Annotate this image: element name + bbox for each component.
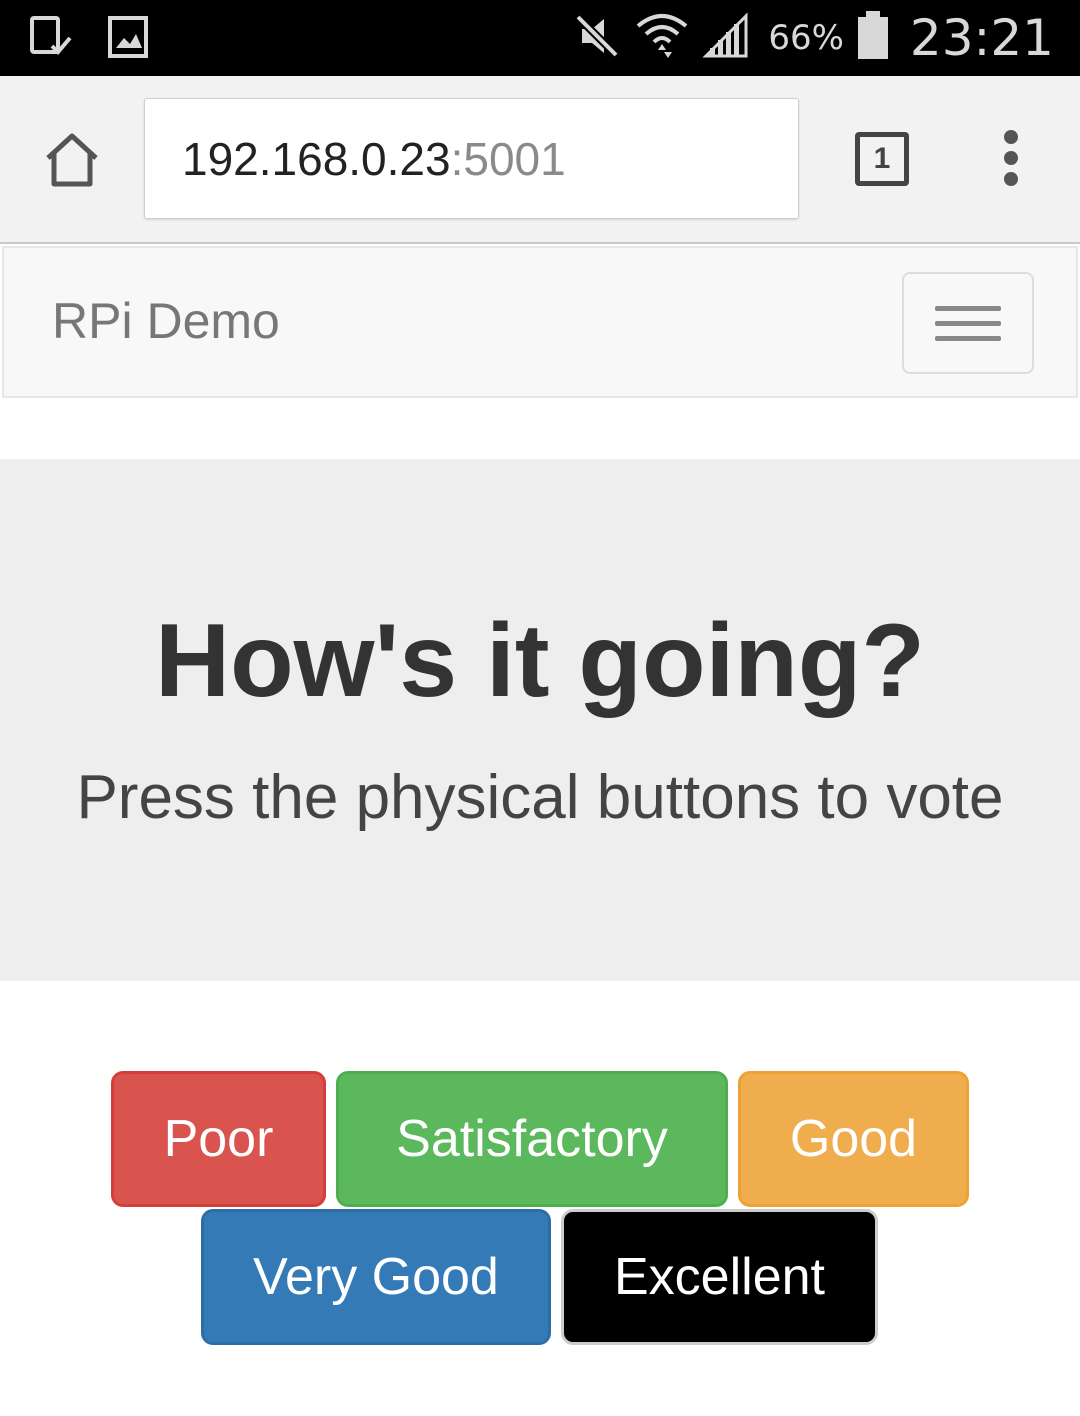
url-host: 192.168.0.23 bbox=[182, 132, 451, 185]
vote-good-button[interactable]: Good bbox=[738, 1071, 969, 1207]
overflow-menu-button[interactable] bbox=[996, 130, 1026, 190]
vote-very-good-button[interactable]: Very Good bbox=[201, 1209, 551, 1345]
navbar-toggle-button[interactable] bbox=[902, 272, 1034, 374]
jumbotron: How's it going? Press the physical butto… bbox=[0, 459, 1080, 981]
tab-switcher-button[interactable]: 1 bbox=[855, 132, 909, 186]
hamburger-menu-icon bbox=[935, 305, 1001, 311]
mute-icon bbox=[572, 11, 622, 65]
home-button[interactable] bbox=[40, 128, 104, 192]
battery-percent: 66% bbox=[768, 18, 844, 58]
page-subtitle: Press the physical buttons to vote bbox=[76, 763, 1004, 832]
url-port: :5001 bbox=[450, 132, 566, 185]
status-bar: 66% 23:21 bbox=[0, 0, 1080, 76]
overflow-menu-icon bbox=[996, 130, 1026, 186]
url-bar[interactable]: 192.168.0.23:5001 bbox=[144, 98, 799, 219]
tablet-check-icon bbox=[26, 14, 72, 64]
site-navbar: RPi Demo bbox=[2, 246, 1078, 398]
tab-count: 1 bbox=[873, 142, 891, 175]
battery-icon bbox=[856, 11, 890, 65]
vote-poor-button[interactable]: Poor bbox=[111, 1071, 326, 1207]
clock: 23:21 bbox=[909, 9, 1054, 67]
signal-icon bbox=[702, 12, 750, 64]
image-icon bbox=[106, 14, 152, 64]
vote-satisfactory-button[interactable]: Satisfactory bbox=[336, 1071, 728, 1207]
page-title: How's it going? bbox=[155, 603, 925, 719]
browser-toolbar: 192.168.0.23:5001 1 bbox=[0, 76, 1080, 244]
home-icon bbox=[46, 133, 98, 187]
wifi-icon bbox=[634, 8, 690, 68]
vote-excellent-button[interactable]: Excellent bbox=[561, 1209, 878, 1345]
navbar-brand[interactable]: RPi Demo bbox=[52, 292, 280, 350]
